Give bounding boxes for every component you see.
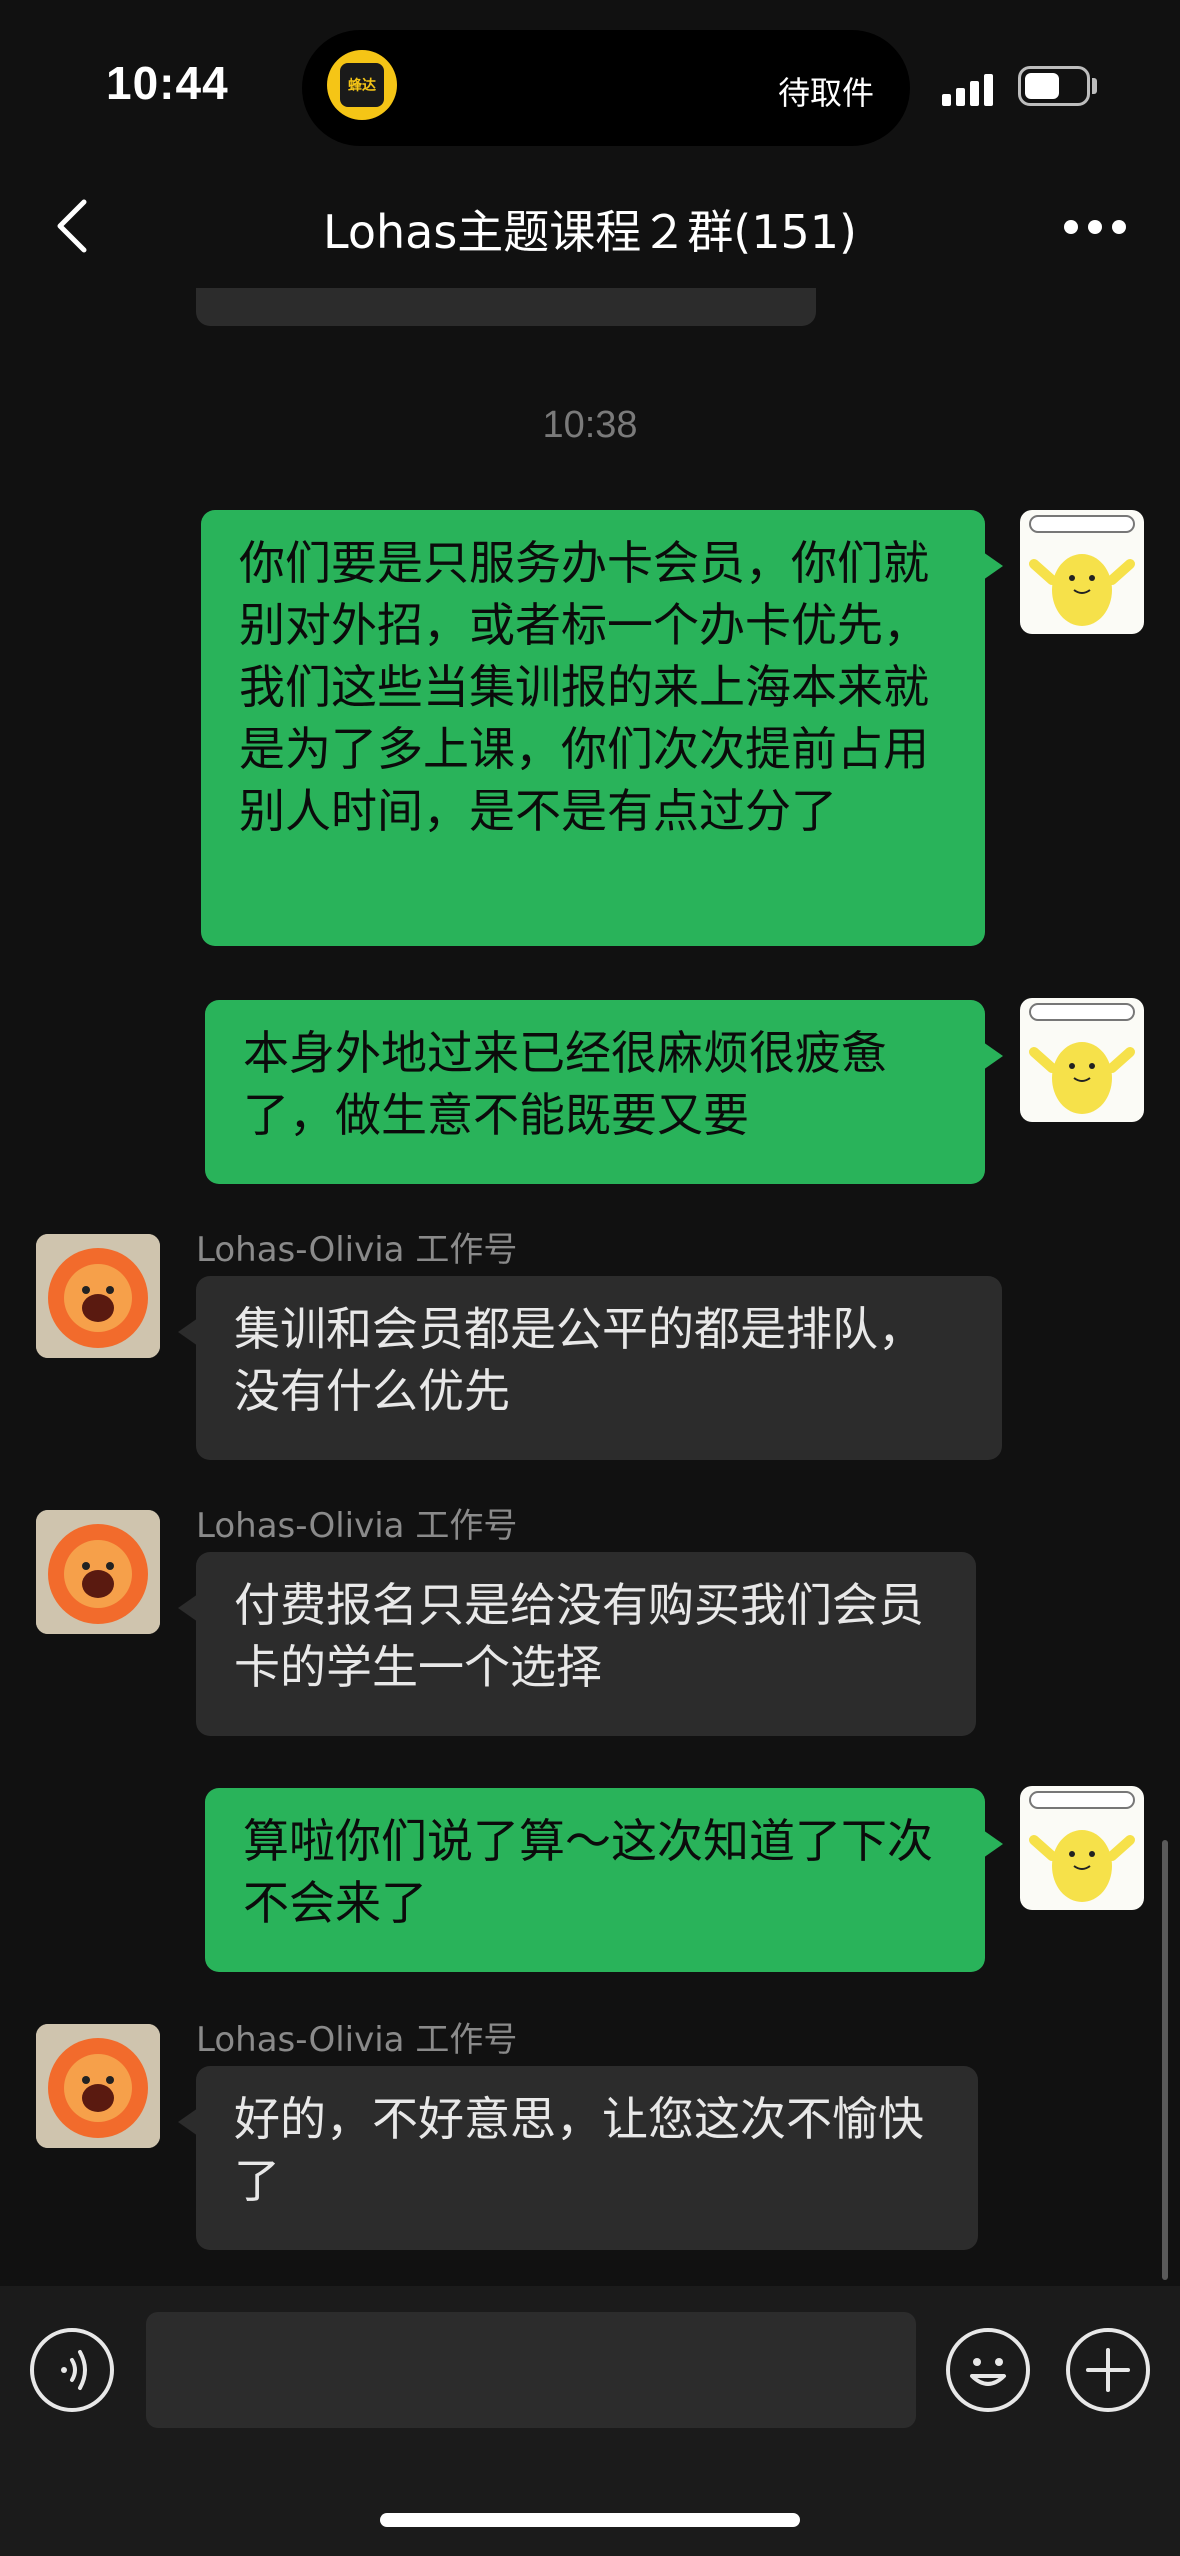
contact-message-bubble[interactable]: 付费报名只是给没有购买我们会员卡的学生一个选择 — [178, 1552, 976, 1736]
my-avatar[interactable] — [1020, 510, 1144, 634]
sunflower-avatar-icon — [36, 2024, 160, 2148]
my-message-bubble[interactable]: 你们要是只服务办卡会员，你们就别对外招，或者标一个办卡优先，我们这些当集训报的来… — [201, 510, 1003, 946]
island-status-text: 待取件 — [778, 74, 875, 112]
voice-icon[interactable] — [30, 2328, 114, 2412]
cartoon-avatar-icon — [1029, 515, 1135, 626]
scrollbar[interactable] — [1162, 1840, 1168, 2280]
message-input[interactable] — [146, 2312, 916, 2428]
home-indicator[interactable] — [380, 2513, 800, 2527]
sender-name: Lohas-Olivia 工作号 — [196, 1506, 518, 1546]
sender-name: Lohas-Olivia 工作号 — [196, 1230, 518, 1270]
my-avatar[interactable] — [1020, 998, 1144, 1122]
cartoon-avatar-icon — [1029, 1791, 1135, 1902]
my-message-bubble[interactable]: 本身外地过来已经很麻烦很疲惫了，做生意不能既要又要 — [205, 1000, 1003, 1184]
message-text: 算啦你们说了算～这次知道了下次不会来了 — [243, 1814, 933, 1930]
message-text: 本身外地过来已经很麻烦很疲惫了，做生意不能既要又要 — [243, 1026, 887, 1142]
my-message-bubble[interactable]: 算啦你们说了算～这次知道了下次不会来了 — [205, 1788, 1003, 1972]
message-timestamp: 10:38 — [542, 404, 638, 446]
message-text: 集训和会员都是公平的都是排队，没有什么优先 — [234, 1302, 924, 1418]
message-text: 付费报名只是给没有购买我们会员卡的学生一个选择 — [234, 1578, 924, 1694]
contact-avatar[interactable] — [36, 2024, 160, 2148]
battery-icon — [1018, 66, 1090, 106]
contact-avatar[interactable] — [36, 1510, 160, 1634]
cartoon-avatar-icon — [1029, 1003, 1135, 1114]
sunflower-avatar-icon — [36, 1234, 160, 1358]
my-avatar[interactable] — [1020, 1786, 1144, 1910]
sender-name: Lohas-Olivia 工作号 — [196, 2020, 518, 2060]
message-text: 你们要是只服务办卡会员，你们就别对外招，或者标一个办卡优先，我们这些当集训报的来… — [239, 536, 929, 838]
delivery-app-logo-text: 蜂达 — [340, 63, 384, 107]
contact-message-bubble[interactable]: 好的，不好意思，让您这次不愉快了 — [178, 2066, 978, 2250]
emoji-icon[interactable] — [946, 2328, 1030, 2412]
contact-message-bubble[interactable]: 集训和会员都是公平的都是排队，没有什么优先 — [178, 1276, 1002, 1460]
status-time: 10:44 — [106, 57, 229, 109]
signal-icon — [942, 72, 998, 106]
plus-icon[interactable] — [1066, 2328, 1150, 2412]
message-text: 好的，不好意思，让您这次不愉快了 — [234, 2092, 924, 2208]
more-icon[interactable] — [1064, 220, 1126, 234]
delivery-app-logo: 蜂达 — [327, 50, 397, 120]
sunflower-avatar-icon — [36, 1510, 160, 1634]
chat-title: Lohas主题课程２群(151) — [323, 205, 857, 259]
battery-tip — [1092, 78, 1097, 94]
contact-avatar[interactable] — [36, 1234, 160, 1358]
